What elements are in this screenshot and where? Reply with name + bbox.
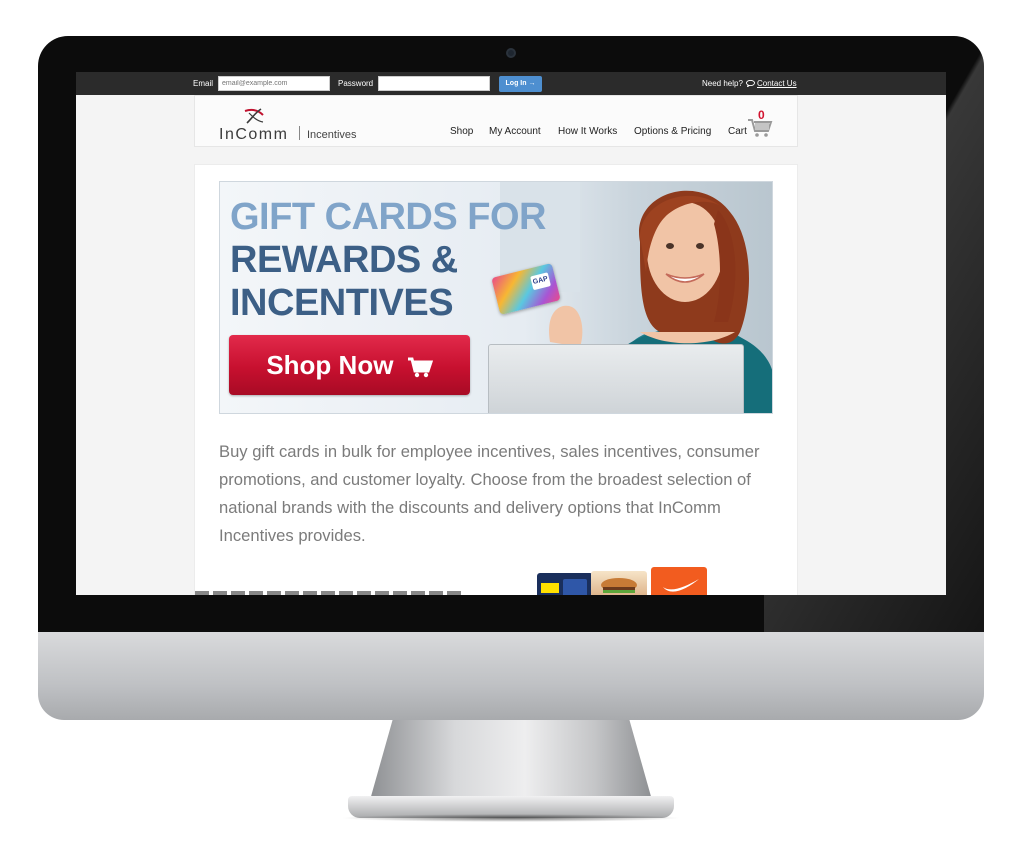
nav-options-pricing[interactable]: Options & Pricing xyxy=(634,126,711,137)
site-header: InComm Incentives Shop My Account How It… xyxy=(194,95,798,147)
nike-swoosh-icon xyxy=(663,579,699,592)
monitor-stand-neck xyxy=(370,720,652,800)
laptop-image xyxy=(488,344,744,413)
logo-text: InComm xyxy=(219,126,289,143)
cropped-heading xyxy=(195,591,465,595)
logo-subtext: Incentives xyxy=(307,129,357,141)
stand-shadow xyxy=(340,814,682,822)
hero-headline-line3: INCENTIVES xyxy=(230,282,454,324)
hero-banner: GAP GIFT CARDS FOR REWARDS & INCENTIVES … xyxy=(219,181,773,414)
webcam-icon xyxy=(506,48,516,58)
hero-headline-line1: GIFT CARDS FOR xyxy=(230,196,546,238)
best-buy-card-thumb[interactable] xyxy=(537,573,593,595)
browser-screen: Email Password Log In → Need help? Conta… xyxy=(76,72,946,595)
contact-us-link[interactable]: Contact Us xyxy=(757,79,797,88)
shop-now-button[interactable]: Shop Now xyxy=(229,335,470,395)
password-label: Password xyxy=(338,79,374,88)
nav-how-it-works[interactable]: How It Works xyxy=(558,126,617,137)
login-bar: Email Password Log In → Need help? Conta… xyxy=(76,72,946,95)
main-content: GAP GIFT CARDS FOR REWARDS & INCENTIVES … xyxy=(194,164,798,595)
burger-card-icon xyxy=(601,578,637,593)
intro-paragraph: Buy gift cards in bulk for employee ince… xyxy=(219,442,760,545)
password-input[interactable] xyxy=(378,76,490,91)
nav-cart[interactable]: Cart xyxy=(728,126,747,137)
nav-shop[interactable]: Shop xyxy=(450,126,473,137)
burger-king-card-thumb[interactable] xyxy=(591,571,647,595)
cart-count-badge: 0 xyxy=(758,108,765,122)
email-label: Email xyxy=(193,79,214,88)
logo-divider xyxy=(299,126,300,140)
hero-headline-line2: REWARDS & xyxy=(230,239,458,281)
monitor-chin xyxy=(38,632,984,720)
nike-card-thumb[interactable] xyxy=(651,567,707,595)
gift-card-brand: GAP xyxy=(530,272,551,291)
monitor-mockup: Email Password Log In → Need help? Conta… xyxy=(0,0,1022,850)
best-buy-card-icon xyxy=(541,579,587,595)
shop-now-label: Shop Now xyxy=(266,350,394,380)
email-input[interactable] xyxy=(218,76,330,91)
login-button[interactable]: Log In → xyxy=(499,76,542,92)
chat-bubble-icon xyxy=(746,80,755,87)
help-text: Need help? xyxy=(702,79,743,88)
incomm-logo-mark-icon xyxy=(244,108,264,124)
nav-my-account[interactable]: My Account xyxy=(489,126,541,137)
cart-icon xyxy=(407,357,433,378)
